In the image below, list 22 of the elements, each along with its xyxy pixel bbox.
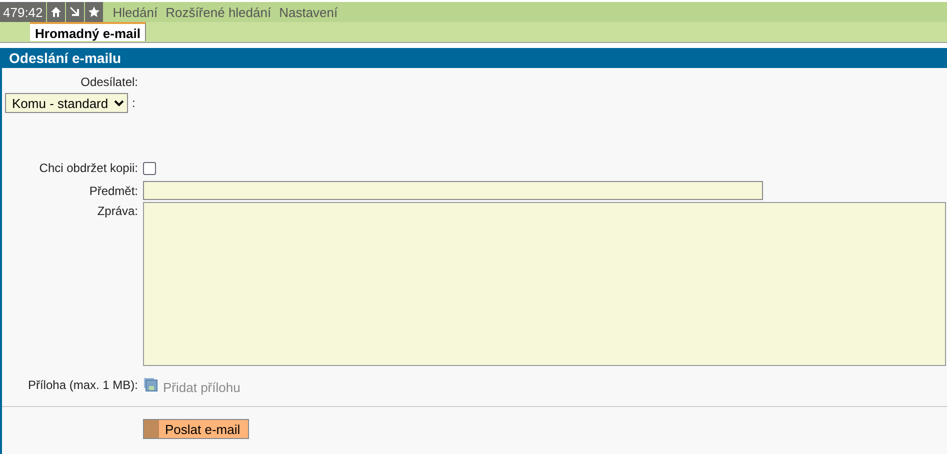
- message-label: Zpráva:: [97, 204, 138, 218]
- menu-link[interactable]: Rozšířené hledání: [166, 4, 272, 20]
- attachment-label: Příloha (max. 1 MB):: [28, 378, 138, 392]
- panel-title: Odeslání e-mailu: [2, 48, 947, 68]
- send-button[interactable]: Poslat e-mail: [143, 419, 250, 439]
- tab[interactable]: Hromadný e-mail: [30, 22, 146, 41]
- star-icon[interactable]: [88, 6, 100, 18]
- home-icon[interactable]: [50, 6, 62, 18]
- copy-checkbox[interactable]: [143, 162, 156, 174]
- message-field[interactable]: [143, 202, 946, 366]
- subject-label: Předmět:: [89, 184, 138, 198]
- sender-label: Odesílatel:: [80, 75, 138, 89]
- attachment-icon: [143, 377, 159, 393]
- recipient-colon: :: [132, 96, 136, 110]
- add-attachment-link[interactable]: Přidat přílohu: [163, 380, 240, 394]
- subject-field[interactable]: [143, 181, 763, 200]
- copy-label: Chci obdržet kopii:: [39, 161, 138, 175]
- arrow-icon[interactable]: [68, 6, 81, 18]
- menu-link[interactable]: Hledání: [112, 4, 158, 20]
- menu-link[interactable]: Nastavení: [279, 4, 338, 20]
- time-counter: 479:42: [0, 2, 46, 22]
- recipient-select[interactable]: Komu - standard: [5, 93, 128, 113]
